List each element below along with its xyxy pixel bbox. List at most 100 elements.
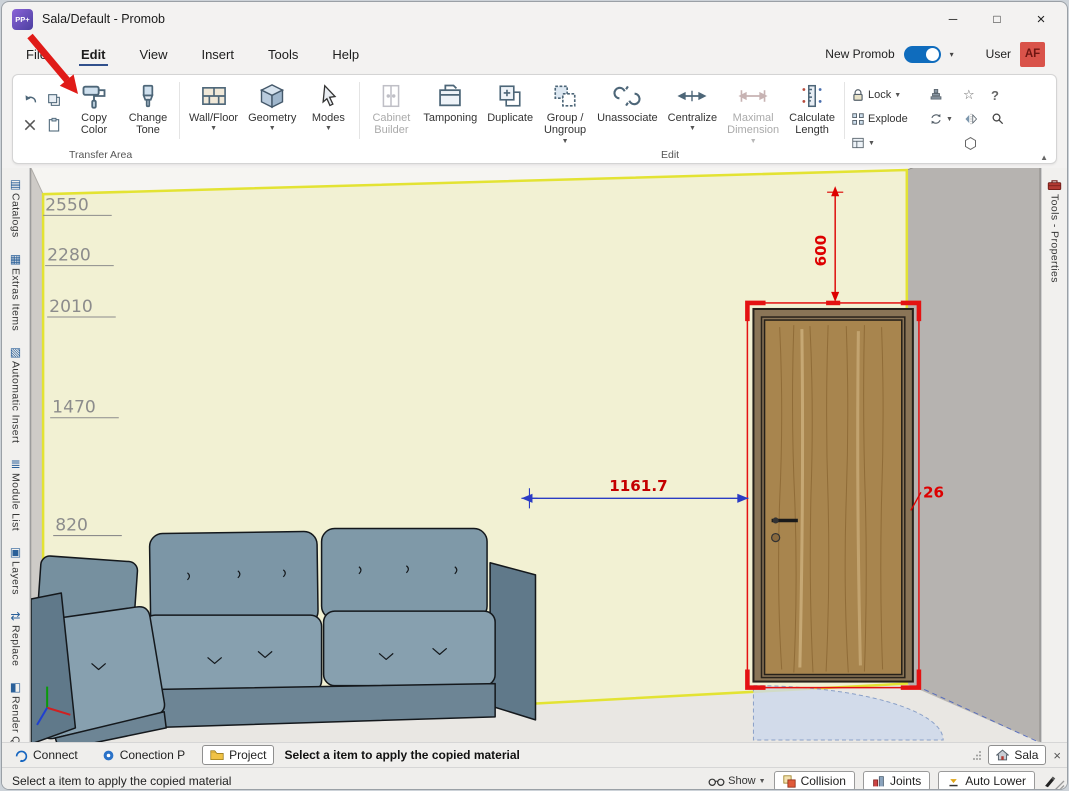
geometry-button[interactable]: Geometry ▼ bbox=[245, 80, 299, 132]
viewport-3d[interactable]: 2550 2280 2010 1470 820 bbox=[31, 168, 1040, 742]
sidebar-item-module-list[interactable]: ≣Module List bbox=[10, 458, 22, 531]
room-wall-right[interactable] bbox=[907, 168, 1040, 742]
lock-icon bbox=[851, 88, 865, 102]
ruler-icon bbox=[799, 80, 825, 112]
height-mark: 2010 bbox=[49, 297, 93, 317]
swap-button[interactable]: ▼ bbox=[929, 108, 961, 130]
catalogs-icon: ▤ bbox=[10, 178, 21, 190]
separator bbox=[179, 82, 180, 139]
joints-icon bbox=[872, 775, 885, 788]
centralize-icon bbox=[677, 80, 707, 112]
help-button[interactable]: ? bbox=[991, 84, 1017, 106]
ribbon-area: CopyColor ChangeTone Wall/Floor ▼ bbox=[2, 72, 1067, 168]
centralize-button[interactable]: Centralize ▼ bbox=[665, 80, 721, 132]
unassociate-button[interactable]: Unassociate bbox=[594, 80, 661, 124]
maximize-button[interactable]: □ bbox=[975, 4, 1019, 34]
search-icon bbox=[991, 112, 1005, 126]
door[interactable] bbox=[753, 309, 912, 682]
search-button[interactable] bbox=[991, 108, 1017, 130]
stamp-icon bbox=[929, 88, 943, 102]
folder-icon bbox=[210, 749, 224, 761]
cabinet-icon bbox=[378, 80, 404, 112]
favorites-button[interactable]: ☆ bbox=[963, 84, 989, 106]
auto-lower-icon bbox=[947, 775, 960, 788]
chevron-down-icon: ▼ bbox=[562, 138, 569, 145]
panel-icon bbox=[851, 136, 865, 150]
sidebar-item-automatic-insert[interactable]: ▧Automatic Insert bbox=[10, 346, 22, 443]
chevron-down-icon: ▼ bbox=[689, 125, 696, 132]
stamp-button[interactable] bbox=[929, 84, 961, 106]
mirror-icon bbox=[963, 112, 979, 126]
sidebar-item-tools-properties[interactable]: Tools - Properties bbox=[1047, 178, 1062, 283]
user-avatar[interactable]: AF bbox=[1020, 42, 1045, 67]
collision-icon bbox=[783, 775, 796, 788]
cursor-icon bbox=[315, 80, 341, 112]
menu-view[interactable]: View bbox=[138, 43, 170, 66]
paste-button[interactable] bbox=[43, 113, 65, 136]
group-icon bbox=[552, 80, 578, 112]
mirror-button[interactable] bbox=[963, 108, 989, 130]
sidebar-item-replace[interactable]: ⇄Replace bbox=[10, 610, 22, 666]
duplicate-icon bbox=[497, 80, 523, 112]
collapse-ribbon-icon[interactable]: ▲ bbox=[1040, 153, 1048, 162]
tamponing-button[interactable]: Tamponing bbox=[420, 80, 480, 124]
duplicate-button[interactable]: Duplicate bbox=[484, 80, 536, 124]
sidebar-item-layers[interactable]: ▣Layers bbox=[10, 546, 22, 595]
automatic-insert-icon: ▧ bbox=[10, 346, 21, 358]
layers-icon: ▣ bbox=[10, 546, 21, 558]
explode-icon bbox=[851, 112, 865, 126]
height-mark: 2550 bbox=[45, 195, 89, 215]
app-icon: PP+ bbox=[12, 9, 33, 30]
bottombar: Select a item to apply the copied materi… bbox=[2, 767, 1067, 790]
svg-text:1161.7: 1161.7 bbox=[609, 477, 667, 495]
menubar: File Edit View Insert Tools Help New Pro… bbox=[2, 36, 1067, 72]
new-promob-toggle[interactable] bbox=[904, 46, 941, 63]
material-panel-button[interactable]: ▼ bbox=[851, 132, 927, 154]
cancel-button[interactable] bbox=[19, 113, 41, 136]
menu-tools[interactable]: Tools bbox=[266, 43, 300, 66]
menu-edit[interactable]: Edit bbox=[79, 43, 108, 66]
lock-button[interactable]: Lock ▼ bbox=[851, 84, 927, 106]
chevron-down-icon[interactable]: ▾ bbox=[950, 50, 954, 59]
close-button[interactable]: × bbox=[1019, 4, 1063, 34]
menu-help[interactable]: Help bbox=[330, 43, 361, 66]
collision-button[interactable]: Collision bbox=[774, 771, 855, 790]
change-tone-button[interactable]: ChangeTone bbox=[123, 80, 173, 137]
modes-button[interactable]: Modes ▼ bbox=[303, 80, 353, 132]
drag-grip-icon[interactable] bbox=[972, 750, 981, 761]
hexagon-button[interactable] bbox=[963, 132, 989, 154]
undo-button[interactable] bbox=[19, 88, 41, 111]
resize-grip[interactable] bbox=[1052, 779, 1065, 790]
status-message: Select a item to apply the copied materi… bbox=[284, 748, 519, 762]
replace-icon: ⇄ bbox=[10, 610, 20, 622]
menu-file[interactable]: File bbox=[24, 43, 49, 66]
connect-icon bbox=[15, 749, 28, 762]
joints-button[interactable]: Joints bbox=[863, 771, 930, 790]
copy-color-button[interactable]: CopyColor bbox=[69, 80, 119, 137]
copy-button[interactable] bbox=[43, 88, 65, 111]
sidebar-item-render[interactable]: ◧Render Qu bbox=[10, 681, 22, 742]
hint-message: Select a item to apply the copied materi… bbox=[12, 774, 231, 788]
auto-lower-button[interactable]: Auto Lower bbox=[938, 771, 1035, 790]
menu-insert[interactable]: Insert bbox=[199, 43, 236, 66]
group-label-edit: Edit bbox=[661, 149, 679, 161]
tab-conection-p[interactable]: Conection P bbox=[95, 746, 192, 764]
brush-icon bbox=[135, 80, 161, 112]
calculate-length-button[interactable]: CalculateLength bbox=[786, 80, 838, 137]
sidebar-item-extras-items[interactable]: ▦Extras Items bbox=[10, 253, 22, 331]
module-list-icon: ≣ bbox=[10, 458, 20, 470]
group-ungroup-button[interactable]: Group /Ungroup ▼ bbox=[540, 80, 590, 145]
new-promob-label: New Promob bbox=[825, 47, 894, 61]
explode-button[interactable]: Explode bbox=[851, 108, 927, 130]
tab-project[interactable]: Project bbox=[202, 745, 274, 765]
sofa[interactable] bbox=[31, 529, 536, 742]
extras-items-icon: ▦ bbox=[10, 253, 21, 265]
tab-connect[interactable]: Connect bbox=[8, 746, 85, 764]
sidebar-item-catalogs[interactable]: ▤Catalogs bbox=[10, 178, 22, 238]
quick-actions bbox=[19, 88, 65, 136]
minimize-button[interactable]: ─ bbox=[931, 4, 975, 34]
tab-sala[interactable]: Sala bbox=[988, 745, 1046, 765]
wall-floor-button[interactable]: Wall/Floor ▼ bbox=[186, 80, 241, 132]
close-scene-tab-icon[interactable]: × bbox=[1053, 748, 1061, 763]
show-button[interactable]: Show ▼ bbox=[708, 775, 765, 787]
